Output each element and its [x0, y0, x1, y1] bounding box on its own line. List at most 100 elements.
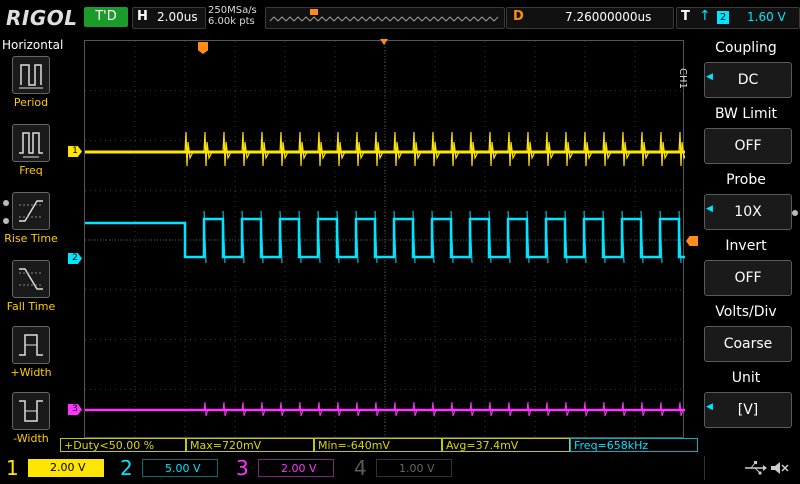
measure-period-button[interactable]: Period: [0, 56, 62, 118]
ch1-spike: [393, 131, 403, 167]
bw-limit-title: BW Limit: [714, 106, 778, 122]
invert-value: OFF: [704, 260, 792, 296]
trigger-position-box[interactable]: D 7.26000000us: [506, 7, 674, 29]
option-arrow-icon: ◀: [706, 204, 713, 214]
ch1-spike: [507, 131, 517, 167]
ch1-spike: [298, 131, 308, 167]
measurement-avg[interactable]: Avg=37.4mV: [442, 438, 570, 452]
ch1-spike: [659, 131, 669, 167]
measurement-freq[interactable]: Freq=658kHz: [570, 438, 698, 452]
channel-menu-tag: CH1: [677, 68, 688, 89]
probe-value: 10X: [704, 194, 792, 230]
invert-title: Invert: [725, 238, 767, 254]
ch1-spike: [203, 131, 213, 167]
freq-label: Freq: [19, 164, 43, 177]
timebase-value: 2.00us: [157, 10, 198, 24]
trigger-level-marker-icon[interactable]: [686, 236, 698, 246]
volts-div-button[interactable]: Volts/Div Coarse: [700, 304, 792, 366]
left-knob-indicator: [3, 218, 9, 224]
usb-icon: [745, 461, 767, 475]
ch2-number: 2: [120, 456, 133, 480]
ch1-spike: [355, 131, 365, 167]
sample-rate-info: 250MSa/s 6.00k pts: [208, 5, 257, 27]
ch1-spike: [317, 131, 327, 167]
measurement-duty[interactable]: +Duty<50.00 %: [60, 438, 186, 452]
ch1-trace-marker[interactable]: 1: [68, 146, 82, 157]
measure-positive-width-button[interactable]: +Width: [0, 326, 62, 388]
channel-status-bar: 1 2.00 V 2 5.00 V 3 2.00 V 4 1.00 V: [0, 456, 800, 480]
ch3-scale: 2.00 V: [258, 459, 334, 477]
ch1-spike: [431, 131, 441, 167]
ch1-spike: [374, 131, 384, 167]
unit-button[interactable]: Unit [V] ◀: [700, 370, 792, 432]
ch1-spike: [488, 131, 498, 167]
ch1-spike: [640, 131, 650, 167]
ch1-spike: [450, 131, 460, 167]
measurement-min[interactable]: Min=-640mV: [314, 438, 442, 452]
channel-menu: Coupling DC ◀ BW Limit OFF Probe 10X ◀ I…: [700, 40, 800, 440]
delay-label: D: [513, 9, 524, 24]
ch4-scale: 1.00 V: [376, 459, 452, 477]
ch3-number: 3: [236, 456, 249, 480]
freq-icon: [12, 124, 50, 162]
invert-button[interactable]: Invert OFF: [700, 238, 792, 300]
coupling-button[interactable]: Coupling DC ◀: [700, 40, 792, 102]
ch1-spike: [602, 131, 612, 167]
horizontal-label: H: [137, 9, 148, 24]
positive-width-label: +Width: [10, 366, 52, 379]
unit-title: Unit: [731, 370, 761, 386]
rise-time-label: Rise Time: [4, 232, 58, 245]
ch2-scale: 5.00 V: [142, 459, 218, 477]
measurement-max[interactable]: Max=720mV: [186, 438, 314, 452]
ch1-spike: [621, 131, 631, 167]
measure-rise-time-button[interactable]: Rise Time: [0, 192, 62, 254]
measure-freq-button[interactable]: Freq: [0, 124, 62, 186]
coupling-title: Coupling: [715, 40, 777, 56]
probe-title: Probe: [726, 172, 766, 188]
run-status-badge[interactable]: T'D: [84, 7, 128, 27]
period-icon: [12, 56, 50, 94]
ch1-spike: [336, 131, 346, 167]
bw-limit-value: OFF: [704, 128, 792, 164]
ch1-spike: [678, 131, 688, 167]
ch1-scale: 2.00 V: [28, 459, 104, 477]
memory-map[interactable]: [265, 7, 505, 29]
rigol-logo: RIGOL: [6, 6, 78, 30]
probe-button[interactable]: Probe 10X ◀: [700, 172, 792, 234]
fall-time-label: Fall Time: [6, 300, 56, 313]
waveform-grid: [85, 41, 688, 439]
top-status-bar: RIGOL T'D H 2.00us 250MSa/s 6.00k pts D …: [0, 0, 800, 36]
negative-width-label: -Width: [13, 432, 49, 445]
ch1-spike: [526, 131, 536, 167]
ch1-number: 1: [6, 456, 19, 480]
volts-div-title: Volts/Div: [715, 304, 777, 320]
trigger-level: 1.60 V: [747, 10, 786, 24]
waveform-display[interactable]: [84, 40, 688, 439]
ch4-tab[interactable]: 4 1.00 V: [348, 456, 460, 480]
coupling-value: DC: [704, 62, 792, 98]
horizontal-measure-menu: Horizontal Period Freq Rise Time Fall Ti…: [0, 36, 63, 456]
bw-limit-button[interactable]: BW Limit OFF: [700, 106, 792, 168]
memory-depth: 6.00k pts: [208, 16, 255, 27]
memory-trigger-marker-icon: [310, 9, 318, 15]
unit-value: [V]: [704, 392, 792, 428]
trigger-settings-box[interactable]: T ↑ 2 1.60 V: [676, 7, 800, 29]
ch2-tab[interactable]: 2 5.00 V: [114, 456, 226, 480]
negative-width-icon: [12, 392, 50, 430]
timebase-box[interactable]: H 2.00us: [132, 7, 206, 29]
ch3-tab[interactable]: 3 2.00 V: [230, 456, 342, 480]
system-status-area: [704, 456, 800, 480]
positive-width-icon: [12, 326, 50, 364]
sample-rate: 250MSa/s: [208, 5, 257, 16]
measure-fall-time-button[interactable]: Fall Time: [0, 260, 62, 322]
ch1-spike: [222, 131, 232, 167]
measure-negative-width-button[interactable]: -Width: [0, 392, 62, 454]
rise-time-icon: [12, 192, 50, 230]
ch2-trace-marker[interactable]: 2: [68, 253, 82, 264]
ch1-tab[interactable]: 1 2.00 V: [0, 456, 112, 480]
ch3-trace-marker[interactable]: 3: [68, 404, 82, 415]
ch1-spike: [279, 131, 289, 167]
trigger-position-value: 7.26000000us: [565, 10, 652, 24]
speaker-muted-icon: [771, 462, 789, 474]
option-arrow-icon: ◀: [706, 72, 713, 82]
